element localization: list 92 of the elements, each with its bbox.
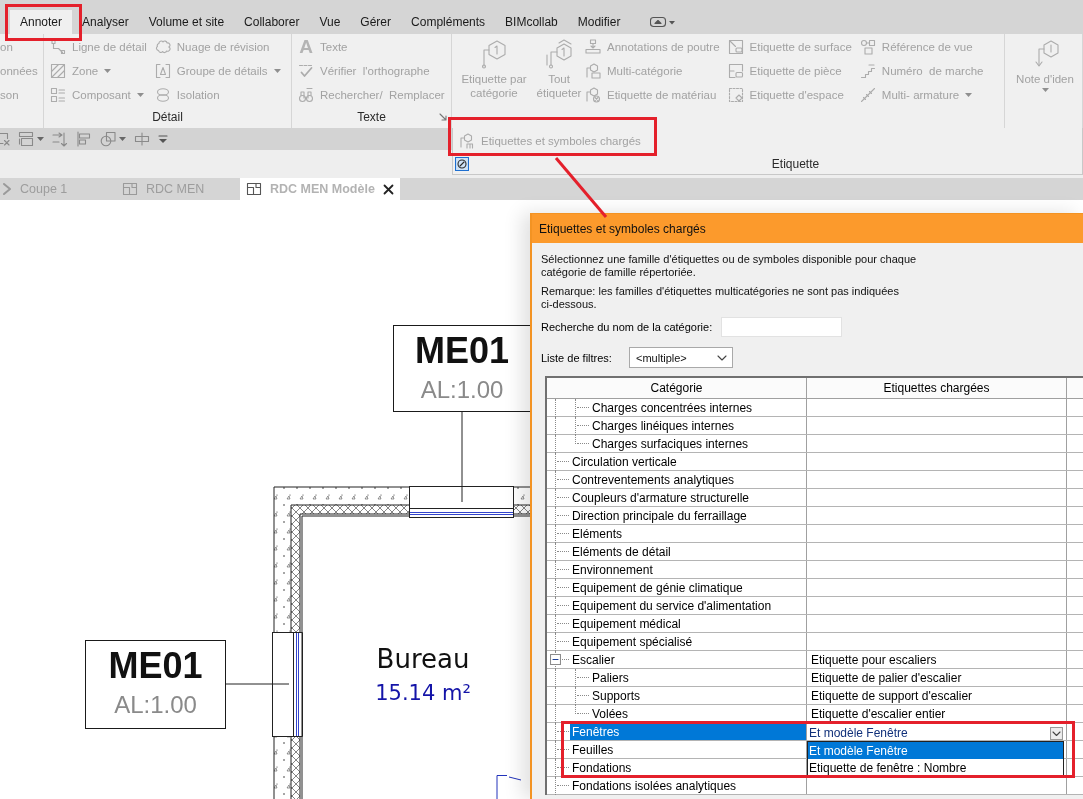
hatched-square-icon	[50, 63, 66, 79]
polyline-icon	[50, 39, 66, 55]
tree-item[interactable]: Circulation verticale	[570, 453, 806, 470]
ribbon-tab[interactable]: BIMcollab	[495, 10, 568, 34]
align-left-icon[interactable]	[76, 131, 92, 147]
tree-item[interactable]: Coupleurs d'armature structurelle	[570, 489, 806, 506]
rebar-icon	[859, 87, 876, 103]
caret-down-icon	[37, 137, 44, 141]
view-reference-icon	[859, 39, 876, 55]
tree-item[interactable]: Volées	[590, 705, 806, 722]
ribbon-tab[interactable]: Compléments	[401, 10, 496, 34]
ribbon-tab[interactable]: Collaborer	[234, 10, 310, 34]
room-area: 15.14 m²	[375, 681, 471, 705]
note-text: Remarque: les familles d'étiquettes multicatégories ne sont pas indiquées ci-dessous.	[541, 285, 900, 311]
distribute-icon[interactable]	[52, 131, 68, 147]
callout-line	[553, 157, 609, 219]
space-plan-icon	[727, 87, 744, 103]
tag-code: ME01	[108, 648, 203, 684]
ribbon-tab[interactable]: Volume et site	[138, 10, 235, 34]
tree-item[interactable]: Equipement médical	[570, 615, 806, 632]
hexagon-cluster-icon	[585, 63, 601, 79]
floor-plan-view-icon	[246, 182, 262, 196]
tree-item[interactable]: Eléments	[570, 525, 806, 542]
table-cell-text: Etiquette d'escalier entier	[810, 705, 947, 722]
tree-item[interactable]: Charges concentrées internes	[590, 399, 806, 416]
tree-item[interactable]: Equipement de génie climatique	[570, 579, 806, 596]
shapes-icon[interactable]	[100, 131, 116, 147]
ribbon-tab[interactable]: Annoter	[10, 10, 73, 34]
cloud-icon	[154, 39, 171, 55]
hexagon-pair-icon	[543, 38, 575, 70]
caret-down-icon	[119, 137, 126, 141]
panel-title: Texte	[357, 110, 386, 124]
hexagon-tag-icon	[459, 133, 475, 149]
table-cell-text: Etiquette de palier d'escalier	[810, 669, 963, 686]
ribbon-tab[interactable]: Analyser	[72, 10, 139, 34]
panel-title: Détail	[152, 110, 183, 124]
beam-icon	[585, 39, 601, 55]
tree-item[interactable]: Fondations	[570, 759, 806, 776]
tree-item[interactable]: Feuilles	[570, 741, 806, 758]
tag-level: AL:1.00	[420, 376, 504, 404]
tree-item[interactable]: Escalier	[570, 651, 806, 668]
tree-item[interactable]: Fondations isolées analytiques	[570, 777, 806, 794]
close-icon[interactable]	[382, 183, 394, 195]
framed-square-icon	[727, 39, 744, 55]
chevron-right-icon	[2, 182, 12, 196]
table-cell-text: Etiquette pour escaliers	[810, 651, 938, 668]
floor-plan-view-icon	[122, 182, 138, 196]
cross-box-icon[interactable]	[0, 131, 10, 147]
tree-item[interactable]: Equipement spécialisé	[570, 633, 806, 650]
table-cell-text: Etiquette de support d'escalier	[810, 687, 974, 704]
component-icon	[50, 87, 66, 103]
tree-item[interactable]: Direction principale du ferraillage	[570, 507, 806, 524]
dialog-title: Etiquettes et symboles chargés	[539, 221, 706, 236]
hexagon-cross-icon	[585, 87, 601, 103]
stacked-windows-icon[interactable]	[18, 131, 34, 147]
chevron-down-icon	[717, 354, 727, 361]
filter-label: Liste de filtres:	[541, 351, 613, 364]
ribbon-tab[interactable]: Vue	[309, 10, 351, 34]
combo-box[interactable]: Et modèle Fenêtre	[807, 726, 1066, 740]
tree-item[interactable]: Charges linéiques internes	[590, 417, 806, 434]
tree-item[interactable]: Paliers	[590, 669, 806, 686]
ribbon-tab[interactable]: Gérer	[350, 10, 402, 34]
stairs-icon	[859, 63, 876, 79]
bracketed-triangle-icon	[154, 63, 171, 79]
filter-dropdown[interactable]: <multiple>	[629, 347, 733, 368]
letter-a-icon: A	[298, 37, 314, 57]
ribbon-toggle-icon[interactable]	[650, 16, 676, 28]
column-header: Catégorie	[547, 378, 807, 398]
loops-icon	[154, 87, 171, 103]
dropdown-arrow-icon	[1050, 726, 1063, 740]
collapse-icon[interactable]	[550, 654, 561, 665]
ribbon-tab[interactable]: Modifier	[567, 10, 631, 34]
tree-item[interactable]: Equipement du service d'alimentation	[570, 597, 806, 614]
tag-level: AL:1.00	[114, 691, 197, 719]
room-plan-icon	[727, 63, 744, 79]
tree-item[interactable]: Environnement	[570, 561, 806, 578]
column-header: Etiquettes chargées	[807, 378, 1067, 398]
customize-menu-icon[interactable]	[158, 134, 168, 144]
room-name: Bureau	[376, 644, 470, 674]
search-label: Recherche du nom de la catégorie:	[541, 321, 714, 333]
tag-code: ME01	[414, 333, 509, 369]
binoculars-icon	[298, 87, 314, 103]
tree-item[interactable]: Charges surfaciques internes	[590, 435, 806, 452]
tree-item[interactable]: Eléments de détail	[570, 543, 806, 560]
search-field[interactable]	[721, 317, 842, 337]
dropdown-option[interactable]: Et modèle Fenêtre	[808, 742, 1063, 759]
instruction-text: Sélectionnez une famille d'étiquettes ou de symboles disponible pour chaque catégorie de famille répertoriée.	[541, 253, 918, 279]
split-icon[interactable]	[134, 131, 150, 147]
tick-icon	[298, 63, 314, 79]
tree-item[interactable]: Contreventements analytiques	[570, 471, 806, 488]
panel-title: Etiquette	[771, 157, 820, 171]
tree-item[interactable]: Supports	[590, 687, 806, 704]
